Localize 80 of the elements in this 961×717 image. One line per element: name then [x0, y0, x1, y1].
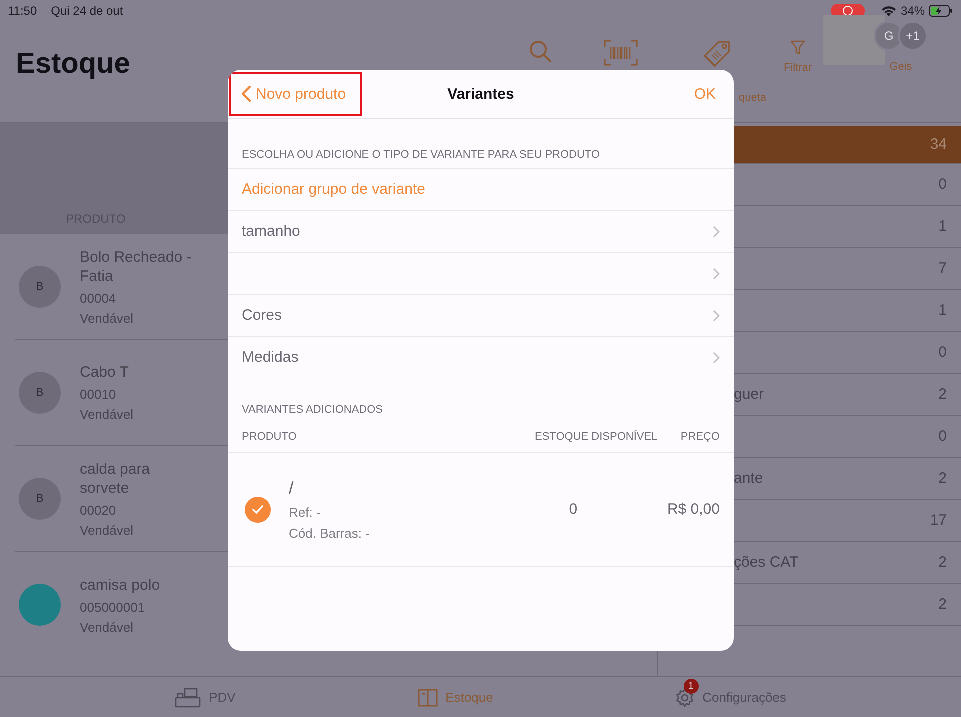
variant-name: /	[289, 478, 295, 498]
tab-bar-item[interactable]: Estoque	[330, 677, 580, 717]
back-button[interactable]: Novo produto	[229, 72, 362, 116]
variant-price: R$ 0,00	[667, 501, 720, 518]
chevron-right-icon	[713, 310, 720, 322]
product-code: 005000001	[80, 600, 146, 614]
category-count: 2	[938, 386, 947, 403]
category-count: 0	[938, 428, 947, 445]
status-time: 11:50	[8, 4, 38, 18]
more-users-avatar[interactable]: +1	[898, 21, 928, 51]
photo-placeholder	[823, 15, 885, 65]
variant-stock: 0	[568, 501, 579, 518]
product-avatar: B	[19, 266, 61, 308]
category-label: ções CAT	[734, 554, 799, 571]
tool-label[interactable]: queta	[739, 92, 767, 104]
variant-group-label: Cores	[242, 307, 282, 324]
product-code: 00004	[80, 290, 118, 306]
modal-title: Variantes	[448, 86, 514, 102]
section-header: ESCOLHA OU ADICIONE O TIPO DE VARIANTE PARA SEU PRODUTO	[242, 149, 600, 161]
filter-icon[interactable]	[790, 40, 806, 56]
category-label: ante	[734, 470, 764, 487]
product-status: Vendável	[80, 522, 134, 538]
tool-label[interactable]: Filtrar	[784, 62, 812, 74]
product-photo-placeholder	[19, 584, 61, 626]
battery-charging-icon	[929, 5, 953, 17]
checkmark-icon	[252, 504, 264, 514]
page-title: Estoque	[16, 48, 132, 81]
variant-barcode: Cód. Barras: -	[289, 526, 371, 540]
product-status: Vendável	[80, 310, 134, 326]
chevron-right-icon	[713, 268, 720, 280]
category-count: 7	[938, 260, 947, 277]
box-icon	[418, 688, 438, 706]
category-count: 1	[938, 302, 947, 319]
variant-group-row[interactable]: tamanho	[228, 210, 734, 252]
product-avatar: B	[19, 372, 61, 414]
search-icon[interactable]	[529, 40, 553, 64]
product-code: 00020	[80, 502, 118, 518]
ok-button[interactable]: OK	[694, 86, 716, 102]
tag-icon[interactable]	[702, 40, 732, 68]
section-header: VARIANTES ADICIONADOS	[242, 404, 383, 416]
category-count: 0	[938, 176, 947, 193]
category-count: 34	[930, 136, 947, 153]
product-status: Vendável	[80, 620, 134, 634]
notification-badge: 1	[684, 678, 699, 694]
product-code: 00010	[80, 387, 118, 402]
product-name[interactable]: Cabo T	[80, 363, 192, 382]
category-label: guer	[734, 386, 764, 403]
cash-register-icon	[175, 688, 202, 708]
product-avatar: B	[19, 478, 61, 520]
add-variant-group-link[interactable]: Adicionar grupo de variante	[228, 168, 734, 210]
category-count: 0	[938, 344, 947, 361]
tab-bar-item[interactable]: PDV	[80, 677, 330, 717]
category-count: 1	[938, 218, 947, 235]
category-count: 17	[930, 512, 947, 529]
variant-ref: Ref: -	[289, 504, 322, 520]
settings-icon	[674, 688, 695, 708]
tab-bar-item[interactable]: 1 Configurações	[580, 677, 880, 717]
category-count: 2	[938, 596, 947, 613]
category-count: 2	[938, 470, 947, 487]
product-name[interactable]: Bolo Recheado - Fatia	[80, 248, 192, 286]
variant-group-row[interactable]: Cores	[228, 294, 734, 336]
product-name[interactable]: camisa polo	[80, 576, 192, 594]
status-date: Qui 24 de out	[51, 4, 124, 18]
variant-group-row[interactable]: Medidas	[228, 336, 734, 378]
battery-percent: 34%	[900, 4, 925, 18]
checkbox[interactable]	[245, 496, 271, 522]
category-count: 2	[938, 554, 947, 571]
wifi-icon	[880, 5, 897, 17]
variant-group-label: tamanho	[242, 223, 300, 240]
product-name[interactable]: calda para sorvete	[80, 460, 192, 498]
chevron-right-icon	[713, 226, 720, 238]
column-header: PRODUTO	[242, 431, 297, 443]
chevron-left-icon	[241, 85, 252, 103]
column-header: PREÇO	[680, 431, 720, 443]
column-header: ESTOQUE DISPONÍVEL	[535, 431, 658, 443]
variant-group-label: Medidas	[242, 349, 299, 366]
user-name: Geis	[890, 61, 912, 73]
barcode-scan-icon[interactable]	[604, 40, 638, 66]
chevron-right-icon	[713, 352, 720, 364]
product-status: Vendável	[80, 407, 134, 422]
